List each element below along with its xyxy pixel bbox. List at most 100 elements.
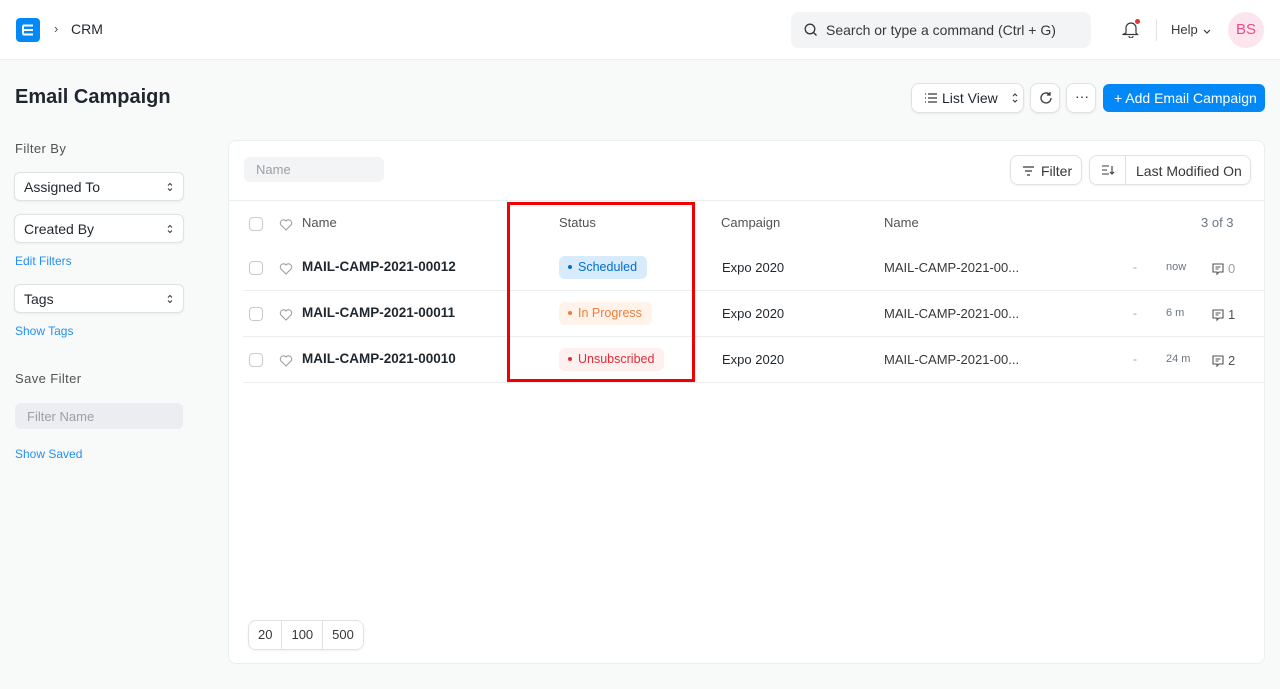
sort-selector: Last Modified On xyxy=(1089,155,1251,185)
list-card: Filter Last Modified On Name Status Camp… xyxy=(228,140,1265,664)
refresh-icon xyxy=(1040,92,1052,104)
heart-icon[interactable] xyxy=(279,308,293,321)
notifications-bell-icon[interactable] xyxy=(1122,19,1140,41)
status-dot xyxy=(568,264,572,269)
select-arrows-icon xyxy=(1012,93,1018,103)
add-email-campaign-label: + Add Email Campaign xyxy=(1114,90,1257,106)
page-title: Email Campaign xyxy=(15,86,171,108)
save-filter-heading: Save Filter xyxy=(15,371,82,386)
assigned-to-label: Assigned To xyxy=(24,179,101,195)
table-row[interactable]: MAIL-CAMP-2021-00011 In Progress Expo 20… xyxy=(243,291,1264,337)
row-checkbox[interactable] xyxy=(249,261,263,275)
select-arrows-icon xyxy=(167,182,173,192)
more-icon: ··· xyxy=(1075,88,1089,104)
page-size-500[interactable]: 500 xyxy=(323,621,363,649)
row-title-link[interactable]: MAIL-CAMP-2021-00011 xyxy=(302,305,455,320)
status-text: Scheduled xyxy=(578,260,638,274)
comment-icon xyxy=(1212,263,1224,275)
status-text: Unsubscribed xyxy=(578,352,655,366)
name-cell: MAIL-CAMP-2021-00... xyxy=(884,306,1020,321)
sort-direction-button[interactable] xyxy=(1090,156,1126,184)
tags-select[interactable]: Tags xyxy=(14,284,184,313)
filter-button[interactable]: Filter xyxy=(1010,155,1082,185)
sort-descending-icon xyxy=(1102,165,1115,175)
comment-count-value: 1 xyxy=(1228,307,1236,323)
avatar[interactable]: BS xyxy=(1228,12,1264,48)
tags-label: Tags xyxy=(24,291,54,307)
search-placeholder: Search or type a command (Ctrl + G) xyxy=(826,22,1056,38)
edit-filters-link[interactable]: Edit Filters xyxy=(15,254,72,268)
help-dropdown[interactable]: Help xyxy=(1171,22,1212,37)
refresh-button[interactable] xyxy=(1030,83,1060,113)
comment-count-value: 0 xyxy=(1228,261,1236,277)
modified-time: now xyxy=(1166,261,1187,273)
page-size-20[interactable]: 20 xyxy=(249,621,283,649)
comment-count: 2 xyxy=(1211,352,1235,368)
heart-icon[interactable] xyxy=(279,262,293,275)
heart-icon[interactable] xyxy=(279,354,293,367)
comment-count: 1 xyxy=(1211,306,1235,322)
search-icon xyxy=(804,23,817,36)
list-view-select[interactable]: List View xyxy=(911,83,1024,113)
comment-icon xyxy=(1212,309,1224,321)
more-actions-button[interactable]: ··· xyxy=(1066,83,1096,113)
list-view-label: List View xyxy=(942,90,998,106)
campaign-cell: Expo 2020 xyxy=(722,260,785,275)
filter-name-input[interactable] xyxy=(15,403,183,429)
help-label: Help xyxy=(1171,22,1198,37)
assigned-cell: - xyxy=(1133,260,1137,274)
chevron-right-icon: › xyxy=(54,21,59,36)
assigned-to-select[interactable]: Assigned To xyxy=(14,172,184,201)
filter-label: Filter xyxy=(1041,163,1073,179)
navbar: › CRM Search or type a command (Ctrl + G… xyxy=(0,0,1280,60)
select-arrows-icon xyxy=(167,294,173,304)
table-row[interactable]: MAIL-CAMP-2021-00010 Unsubscribed Expo 2… xyxy=(243,337,1264,383)
created-by-select[interactable]: Created By xyxy=(14,214,184,243)
status-badge: In Progress xyxy=(559,302,652,325)
modified-time: 24 m xyxy=(1166,353,1191,365)
assigned-cell: - xyxy=(1133,352,1137,366)
comment-count: 0 xyxy=(1211,260,1235,276)
app-logo-icon[interactable] xyxy=(16,18,40,42)
page-size-100[interactable]: 100 xyxy=(282,621,324,649)
filter-by-heading: Filter By xyxy=(15,141,67,156)
campaign-cell: Expo 2020 xyxy=(722,306,785,321)
name-filter-input[interactable] xyxy=(244,157,384,182)
show-tags-link[interactable]: Show Tags xyxy=(15,324,73,338)
modified-time: 6 m xyxy=(1166,307,1185,319)
navbar-divider xyxy=(1156,19,1157,41)
sort-field-button[interactable]: Last Modified On xyxy=(1136,163,1242,179)
row-title-link[interactable]: MAIL-CAMP-2021-00010 xyxy=(302,351,456,366)
table-row[interactable]: MAIL-CAMP-2021-00012 Scheduled Expo 2020… xyxy=(243,245,1264,291)
row-title-link[interactable]: MAIL-CAMP-2021-00012 xyxy=(302,259,456,274)
page-size-selector: 20 100 500 xyxy=(248,620,364,650)
created-by-label: Created By xyxy=(24,221,95,237)
comment-icon xyxy=(1212,355,1224,367)
row-checkbox[interactable] xyxy=(249,307,263,321)
column-header-campaign: Campaign xyxy=(721,215,781,230)
filter-icon xyxy=(1023,166,1034,176)
record-count: 3 of 3 xyxy=(1201,215,1234,230)
list-icon xyxy=(925,93,937,103)
campaign-cell: Expo 2020 xyxy=(722,352,785,367)
status-dot xyxy=(568,310,572,315)
name-cell: MAIL-CAMP-2021-00... xyxy=(884,352,1020,367)
column-header-status: Status xyxy=(559,215,596,230)
search-bar[interactable]: Search or type a command (Ctrl + G) xyxy=(791,12,1091,48)
chevron-down-icon xyxy=(1203,29,1211,34)
heart-icon[interactable] xyxy=(279,218,293,231)
add-email-campaign-button[interactable]: + Add Email Campaign xyxy=(1103,84,1265,112)
select-all-checkbox[interactable] xyxy=(249,217,263,231)
name-cell: MAIL-CAMP-2021-00... xyxy=(884,260,1020,275)
select-arrows-icon xyxy=(167,224,173,234)
divider xyxy=(229,200,1264,201)
column-header-name: Name xyxy=(302,215,337,230)
status-badge: Scheduled xyxy=(559,256,648,279)
column-header-name-2: Name xyxy=(884,215,919,230)
breadcrumb-crm[interactable]: CRM xyxy=(71,21,103,37)
show-saved-link[interactable]: Show Saved xyxy=(15,447,82,461)
row-checkbox[interactable] xyxy=(249,353,263,367)
notification-dot xyxy=(1135,19,1140,24)
status-dot xyxy=(568,356,572,361)
status-badge: Unsubscribed xyxy=(559,348,665,371)
